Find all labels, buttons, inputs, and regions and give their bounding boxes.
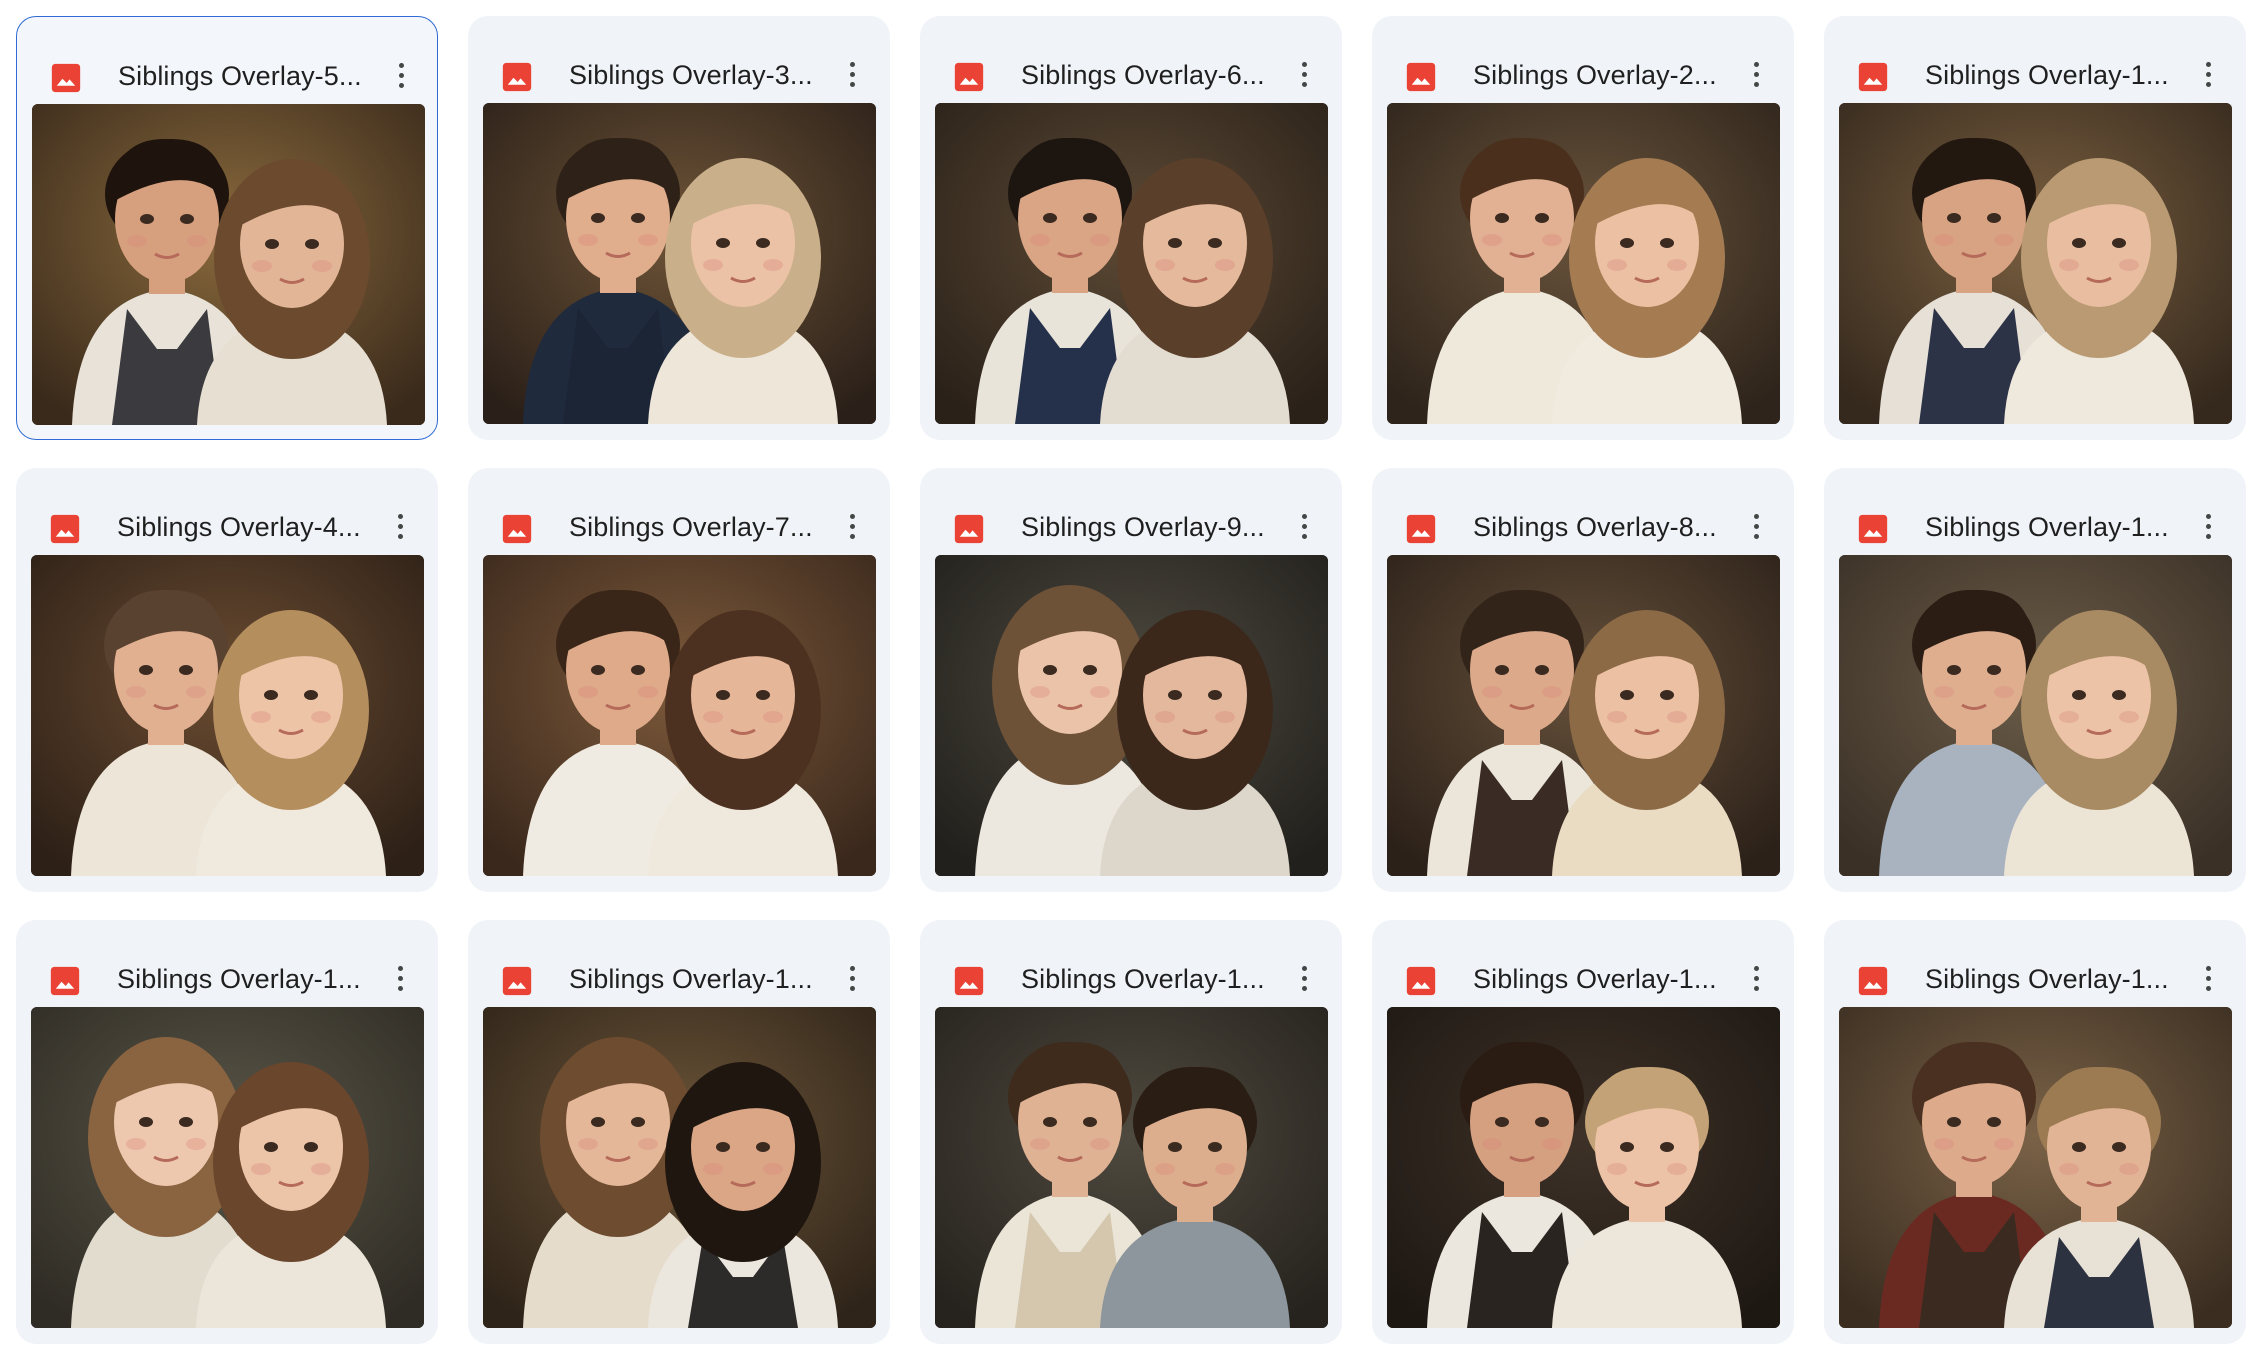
file-card[interactable]: Siblings Overlay-9...	[920, 468, 1342, 892]
file-name: Siblings Overlay-1...	[1021, 964, 1265, 994]
file-thumbnail[interactable]	[31, 1007, 424, 1328]
file-name: Siblings Overlay-9...	[1021, 512, 1265, 542]
file-name: Siblings Overlay-4...	[117, 512, 361, 542]
file-card[interactable]: Siblings Overlay-1...	[1372, 920, 1794, 1344]
image-file-icon	[49, 61, 83, 95]
image-file-icon	[1856, 60, 1890, 94]
more-actions-button[interactable]	[2186, 504, 2230, 548]
file-grid: Siblings Overlay-5... Siblings Overlay-3.…	[0, 0, 2256, 1358]
image-file-icon	[1404, 60, 1438, 94]
more-actions-button[interactable]	[379, 53, 423, 97]
file-card[interactable]: Siblings Overlay-1...	[920, 920, 1342, 1344]
file-thumbnail[interactable]	[935, 555, 1328, 876]
more-actions-button[interactable]	[378, 956, 422, 1000]
file-name: Siblings Overlay-7...	[569, 512, 813, 542]
file-card[interactable]: Siblings Overlay-1...	[16, 920, 438, 1344]
more-actions-button[interactable]	[1734, 52, 1778, 96]
file-thumbnail[interactable]	[31, 555, 424, 876]
file-thumbnail[interactable]	[1387, 555, 1780, 876]
image-file-icon	[500, 964, 534, 998]
file-thumbnail[interactable]	[1839, 103, 2232, 424]
file-name: Siblings Overlay-5...	[118, 61, 362, 91]
file-thumbnail[interactable]	[32, 104, 425, 425]
file-name: Siblings Overlay-1...	[117, 964, 361, 994]
more-actions-button[interactable]	[1282, 504, 1326, 548]
image-file-icon	[1856, 964, 1890, 998]
file-card[interactable]: Siblings Overlay-8...	[1372, 468, 1794, 892]
file-name: Siblings Overlay-1...	[1925, 512, 2169, 542]
file-name: Siblings Overlay-1...	[569, 964, 813, 994]
file-name: Siblings Overlay-8...	[1473, 512, 1717, 542]
image-file-icon	[952, 964, 986, 998]
file-card[interactable]: Siblings Overlay-3...	[468, 16, 890, 440]
file-name: Siblings Overlay-3...	[569, 60, 813, 90]
image-file-icon	[952, 60, 986, 94]
file-thumbnail[interactable]	[1387, 1007, 1780, 1328]
file-name: Siblings Overlay-1...	[1473, 964, 1717, 994]
more-actions-button[interactable]	[830, 52, 874, 96]
file-thumbnail[interactable]	[483, 555, 876, 876]
file-card[interactable]: Siblings Overlay-1...	[1824, 16, 2246, 440]
file-name: Siblings Overlay-1...	[1925, 60, 2169, 90]
image-file-icon	[952, 512, 986, 546]
image-file-icon	[1404, 964, 1438, 998]
more-actions-button[interactable]	[1734, 504, 1778, 548]
more-actions-button[interactable]	[1282, 956, 1326, 1000]
image-file-icon	[1856, 512, 1890, 546]
file-thumbnail[interactable]	[483, 1007, 876, 1328]
more-actions-button[interactable]	[830, 956, 874, 1000]
file-thumbnail[interactable]	[1387, 103, 1780, 424]
file-card[interactable]: Siblings Overlay-1...	[468, 920, 890, 1344]
more-actions-button[interactable]	[1734, 956, 1778, 1000]
file-card[interactable]: Siblings Overlay-2...	[1372, 16, 1794, 440]
file-card[interactable]: Siblings Overlay-5...	[16, 16, 438, 440]
more-actions-button[interactable]	[1282, 52, 1326, 96]
more-actions-button[interactable]	[830, 504, 874, 548]
file-card[interactable]: Siblings Overlay-7...	[468, 468, 890, 892]
image-file-icon	[1404, 512, 1438, 546]
file-thumbnail[interactable]	[935, 1007, 1328, 1328]
file-card[interactable]: Siblings Overlay-1...	[1824, 920, 2246, 1344]
file-thumbnail[interactable]	[483, 103, 876, 424]
file-thumbnail[interactable]	[1839, 555, 2232, 876]
image-file-icon	[48, 512, 82, 546]
image-file-icon	[500, 512, 534, 546]
file-card[interactable]: Siblings Overlay-6...	[920, 16, 1342, 440]
file-name: Siblings Overlay-6...	[1021, 60, 1265, 90]
file-thumbnail[interactable]	[1839, 1007, 2232, 1328]
file-name: Siblings Overlay-1...	[1925, 964, 2169, 994]
image-file-icon	[500, 60, 534, 94]
more-actions-button[interactable]	[2186, 52, 2230, 96]
image-file-icon	[48, 964, 82, 998]
file-thumbnail[interactable]	[935, 103, 1328, 424]
more-actions-button[interactable]	[378, 504, 422, 548]
more-actions-button[interactable]	[2186, 956, 2230, 1000]
file-card[interactable]: Siblings Overlay-1...	[1824, 468, 2246, 892]
file-card[interactable]: Siblings Overlay-4...	[16, 468, 438, 892]
file-name: Siblings Overlay-2...	[1473, 60, 1717, 90]
